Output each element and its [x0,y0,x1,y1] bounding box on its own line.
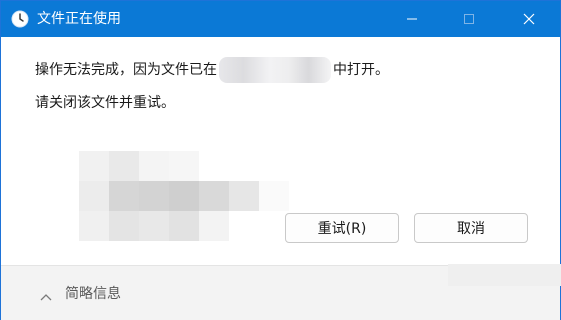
title-bar[interactable]: 文件正在使用 [1,1,560,37]
maximize-icon [464,14,474,24]
cancel-button[interactable]: 取消 [414,213,528,243]
redacted-app-name [219,57,331,83]
details-toggle-label[interactable]: 简略信息 [65,284,121,304]
error-message: 操作无法完成，因为文件已在 中打开。 [35,57,389,83]
message-prefix: 操作无法完成，因为文件已在 [35,62,217,78]
dialog-content: 操作无法完成，因为文件已在 中打开。 请关闭该文件并重试。 重试(R) 取消 [1,37,560,265]
redacted-file-info [79,151,289,243]
instruction-text: 请关闭该文件并重试。 [35,95,175,111]
maximize-button[interactable] [446,1,492,37]
retry-button[interactable]: 重试(R) [285,213,399,243]
minimize-icon [407,18,417,20]
chevron-up-icon[interactable] [39,287,53,306]
close-icon [523,13,535,25]
window-title: 文件正在使用 [37,11,121,27]
redacted-region [448,264,561,286]
minimize-button[interactable] [389,1,435,37]
close-button[interactable] [506,1,552,37]
message-suffix: 中打开。 [333,62,389,78]
clock-icon [11,10,29,28]
